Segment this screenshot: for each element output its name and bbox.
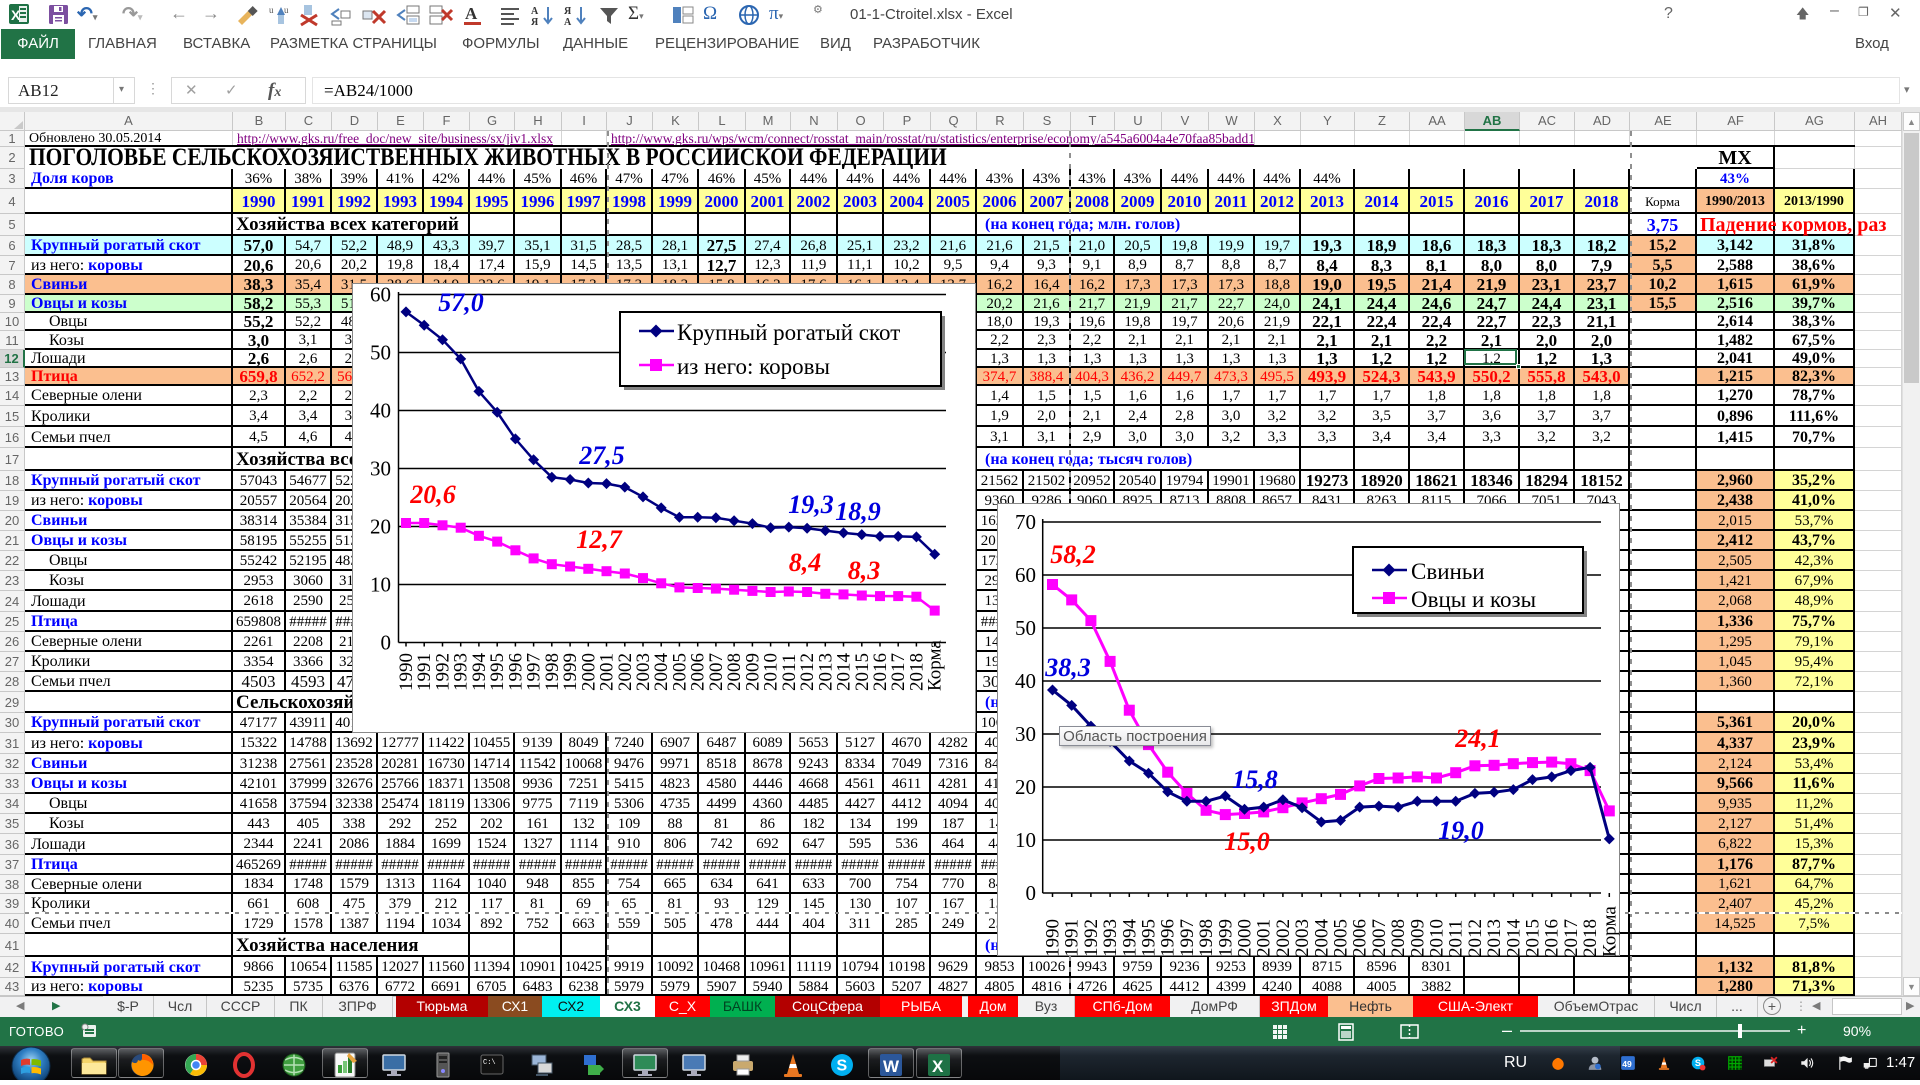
svg-text:А: А — [531, 6, 539, 17]
svg-text:18,9: 18,9 — [835, 497, 881, 526]
svg-text:Свиньи: Свиньи — [1411, 559, 1485, 584]
svg-text:30: 30 — [370, 457, 391, 481]
svg-text:40: 40 — [370, 399, 391, 423]
svg-text:2013: 2013 — [1484, 919, 1505, 957]
svg-text:2001: 2001 — [1254, 919, 1275, 957]
svg-text:2010: 2010 — [1427, 919, 1448, 957]
svg-text:Овцы и козы: Овцы и козы — [1411, 587, 1536, 612]
svg-text:1996: 1996 — [1158, 919, 1179, 957]
svg-text:15,0: 15,0 — [1224, 827, 1270, 856]
svg-text:30: 30 — [1015, 722, 1036, 746]
svg-text:X: X — [11, 7, 21, 23]
svg-text:60: 60 — [1015, 563, 1036, 587]
svg-text:2011: 2011 — [1446, 920, 1467, 957]
svg-text:1994: 1994 — [1119, 919, 1140, 958]
svg-text:2012: 2012 — [1465, 919, 1486, 957]
svg-text:10: 10 — [370, 573, 391, 597]
svg-text:2014: 2014 — [1503, 919, 1524, 958]
svg-text:50: 50 — [370, 341, 391, 365]
svg-text:10: 10 — [1015, 828, 1036, 852]
svg-text:2016: 2016 — [1542, 919, 1563, 957]
svg-text:2005: 2005 — [1331, 919, 1352, 957]
svg-text:1997: 1997 — [1177, 919, 1198, 957]
svg-text:12,7: 12,7 — [576, 525, 623, 554]
svg-text:20,6: 20,6 — [409, 480, 456, 509]
svg-text:24,1: 24,1 — [1454, 724, 1501, 753]
svg-text:49: 49 — [1622, 1059, 1632, 1069]
svg-text:0: 0 — [381, 631, 392, 655]
svg-text:2007: 2007 — [1369, 919, 1390, 957]
svg-text:2004: 2004 — [1311, 919, 1332, 958]
svg-text:1993: 1993 — [1100, 919, 1121, 957]
svg-text:57,0: 57,0 — [438, 288, 484, 317]
svg-text:2018: 2018 — [1580, 919, 1601, 957]
svg-text:19,3: 19,3 — [788, 490, 834, 519]
svg-text:2006: 2006 — [1350, 919, 1371, 957]
svg-text:27,5: 27,5 — [578, 441, 625, 470]
svg-text:2000: 2000 — [1235, 919, 1256, 957]
svg-text:8,3: 8,3 — [848, 556, 881, 585]
svg-text:А: А — [564, 17, 572, 27]
svg-text:0: 0 — [1026, 881, 1037, 905]
svg-text:Корма: Корма — [1599, 906, 1620, 957]
svg-text:X: X — [932, 1057, 944, 1076]
svg-text:19,0: 19,0 — [1438, 816, 1484, 845]
svg-text:1991: 1991 — [1062, 919, 1083, 957]
svg-text:u: u — [269, 5, 274, 15]
svg-text:u: u — [284, 5, 289, 15]
svg-text:из него: коровы: из него: коровы — [677, 354, 830, 379]
svg-text:40: 40 — [1015, 669, 1036, 693]
svg-text:58,2: 58,2 — [1050, 540, 1096, 569]
svg-text:20: 20 — [370, 515, 391, 539]
svg-text:1999: 1999 — [1215, 919, 1236, 957]
svg-text:38,3: 38,3 — [1044, 653, 1091, 682]
svg-text:1992: 1992 — [1081, 919, 1102, 957]
svg-text:20: 20 — [1015, 775, 1036, 799]
svg-text:2017: 2017 — [1561, 919, 1582, 957]
svg-text:1995: 1995 — [1139, 919, 1160, 957]
svg-text:50: 50 — [1015, 616, 1036, 640]
svg-text:2015: 2015 — [1523, 919, 1544, 957]
svg-text:S: S — [837, 1058, 848, 1075]
svg-text:1998: 1998 — [1196, 919, 1217, 957]
svg-text:Корма: Корма — [925, 640, 946, 691]
svg-text:2008: 2008 — [1388, 919, 1409, 957]
svg-text:1990: 1990 — [1043, 919, 1064, 957]
svg-text:Крупный рогатый скот: Крупный рогатый скот — [677, 320, 900, 345]
svg-text:A: A — [465, 4, 478, 23]
svg-text:2009: 2009 — [1407, 919, 1428, 957]
svg-text:8,4: 8,4 — [789, 548, 822, 577]
svg-text:15,8: 15,8 — [1232, 765, 1278, 794]
svg-text:2002: 2002 — [1273, 919, 1294, 957]
svg-text:W: W — [883, 1057, 900, 1076]
svg-text:2003: 2003 — [1292, 919, 1313, 957]
svg-text:Я: Я — [564, 6, 572, 17]
svg-text:C:\: C:\ — [483, 1059, 496, 1067]
svg-text:70: 70 — [1015, 510, 1036, 534]
svg-text:Я: Я — [531, 17, 539, 27]
svg-text:60: 60 — [370, 284, 391, 307]
